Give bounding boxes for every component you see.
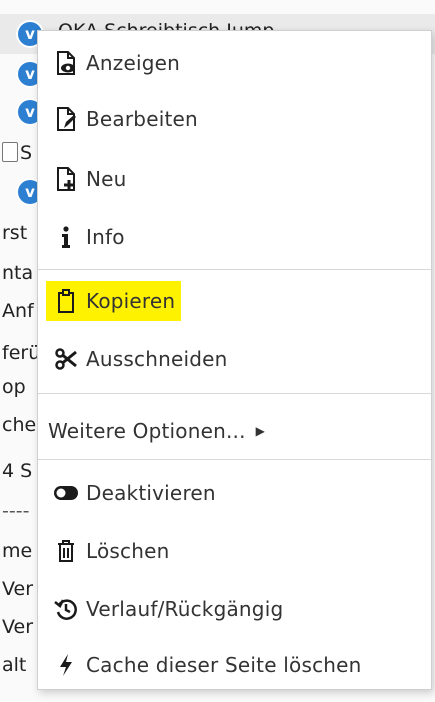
info-icon bbox=[46, 222, 86, 252]
tree-row-label: S bbox=[20, 142, 33, 164]
eye-document-icon bbox=[46, 48, 86, 78]
tree-row-label: Anf bbox=[2, 300, 34, 322]
tree-row-label: ferü bbox=[2, 342, 41, 364]
tree-separator: ---- bbox=[2, 500, 30, 522]
tree-row-label: nta bbox=[2, 262, 34, 284]
scissors-icon bbox=[46, 344, 86, 374]
menu-item-label: Anzeigen bbox=[86, 51, 180, 75]
plus-document-icon bbox=[46, 164, 86, 194]
menu-item-label: Bearbeiten bbox=[86, 107, 198, 131]
menu-item-history[interactable]: Verlauf/Rückgängig bbox=[38, 581, 431, 637]
menu-item-label: Verlauf/Rückgängig bbox=[86, 597, 284, 621]
context-menu: Anzeigen Bearbeiten Neu Info Kopieren Au… bbox=[37, 30, 432, 690]
menu-item-delete[interactable]: Löschen bbox=[38, 523, 431, 579]
menu-item-copy[interactable]: Kopieren bbox=[38, 273, 431, 329]
menu-item-label: Cache dieser Seite löschen bbox=[86, 653, 362, 677]
document-icon bbox=[2, 142, 18, 162]
tree-row-label: che bbox=[2, 414, 37, 436]
tree-row-label: 4 S bbox=[2, 460, 33, 482]
tree-row-label: rst bbox=[2, 222, 28, 244]
tree-row-label: me bbox=[2, 540, 33, 562]
menu-divider bbox=[38, 269, 431, 270]
trash-icon bbox=[46, 536, 86, 566]
menu-divider bbox=[38, 393, 431, 394]
menu-item-label: Kopieren bbox=[86, 289, 176, 313]
tree-row-label: Ver bbox=[2, 578, 34, 600]
pencil-document-icon bbox=[46, 104, 86, 134]
menu-item-label: Löschen bbox=[86, 539, 170, 563]
menu-item-label: Ausschneiden bbox=[86, 347, 228, 371]
menu-item-show[interactable]: Anzeigen bbox=[38, 35, 431, 91]
menu-item-more-options[interactable]: Weitere Optionen... ▶ bbox=[38, 403, 431, 459]
menu-item-edit[interactable]: Bearbeiten bbox=[38, 91, 431, 147]
tree-row-label: op bbox=[2, 376, 26, 398]
toggle-icon bbox=[46, 478, 86, 508]
menu-divider bbox=[38, 459, 431, 460]
tree-row-label: Ver bbox=[2, 616, 34, 638]
caret-right-icon: ▶ bbox=[255, 424, 265, 438]
lightning-icon bbox=[46, 650, 86, 680]
menu-item-label: Info bbox=[86, 225, 125, 249]
history-icon bbox=[46, 594, 86, 624]
menu-item-label: Neu bbox=[86, 167, 127, 191]
menu-item-info[interactable]: Info bbox=[38, 209, 431, 265]
menu-item-label: Deaktivieren bbox=[86, 481, 216, 505]
tree-row-label: alt bbox=[2, 654, 27, 676]
menu-item-label: Weitere Optionen... bbox=[48, 419, 246, 443]
menu-item-clear-cache[interactable]: Cache dieser Seite löschen bbox=[38, 637, 431, 693]
menu-item-new[interactable]: Neu bbox=[38, 151, 431, 207]
menu-item-deactivate[interactable]: Deaktivieren bbox=[38, 465, 431, 521]
highlight-mark: Kopieren bbox=[46, 281, 182, 321]
clipboard-icon bbox=[46, 286, 86, 316]
menu-item-cut[interactable]: Ausschneiden bbox=[38, 331, 431, 387]
